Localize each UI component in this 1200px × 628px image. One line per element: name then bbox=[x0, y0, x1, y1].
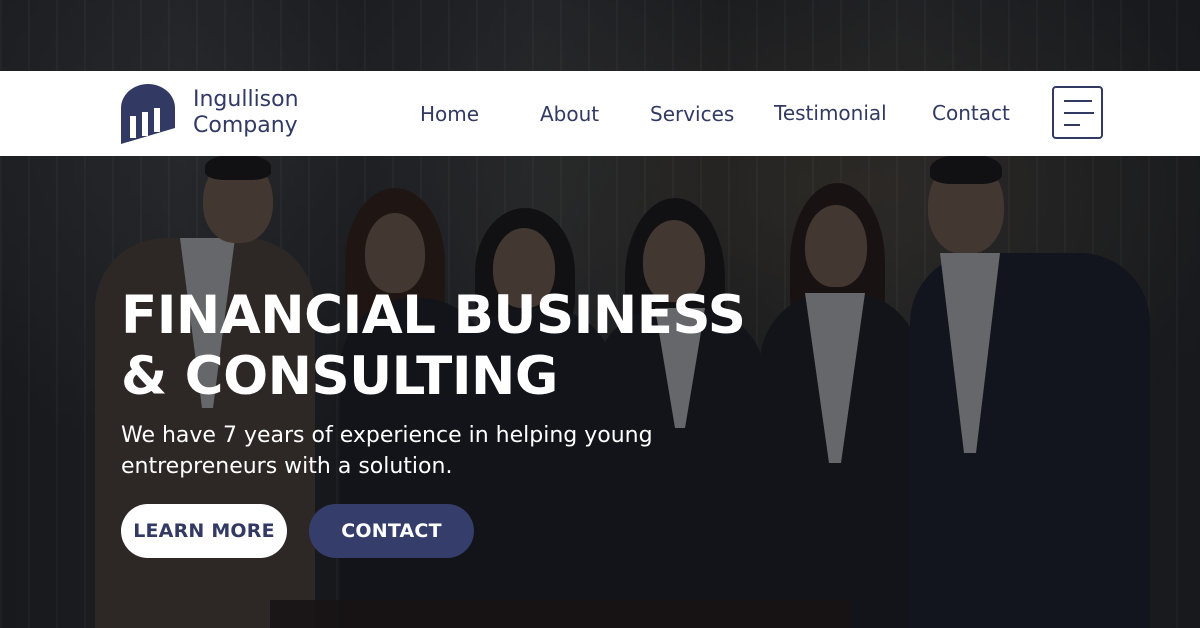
contact-button[interactable]: CONTACT bbox=[309, 504, 474, 558]
brand-name[interactable]: Ingullison Company bbox=[193, 87, 299, 139]
hero-subtitle: We have 7 years of experience in helping… bbox=[121, 420, 721, 482]
header-bar: Ingullison Company Home About Services T… bbox=[0, 71, 1200, 156]
hero-page: Ingullison Company Home About Services T… bbox=[0, 0, 1200, 628]
nav-contact[interactable]: Contact bbox=[932, 101, 1010, 125]
hero-subtitle-line2: entrepreneurs with a solution. bbox=[121, 454, 453, 479]
hero-subtitle-line1: We have 7 years of experience in helping… bbox=[121, 423, 653, 448]
brand-name-line1: Ingullison bbox=[193, 87, 299, 112]
building-logo-icon[interactable] bbox=[121, 84, 175, 144]
nav-home[interactable]: Home bbox=[420, 102, 479, 126]
hero-title-line1: FINANCIAL BUSINESS bbox=[121, 285, 746, 346]
nav-testimonial[interactable]: Testimonial bbox=[774, 101, 887, 125]
hero-title-line2: & CONSULTING bbox=[121, 346, 558, 407]
brand-name-line2: Company bbox=[193, 113, 298, 138]
hero-title: FINANCIAL BUSINESS & CONSULTING bbox=[121, 285, 746, 407]
learn-more-button[interactable]: LEARN MORE bbox=[121, 504, 287, 558]
nav-services[interactable]: Services bbox=[650, 102, 734, 126]
nav-about[interactable]: About bbox=[540, 102, 599, 126]
hamburger-menu-icon[interactable] bbox=[1052, 86, 1103, 139]
